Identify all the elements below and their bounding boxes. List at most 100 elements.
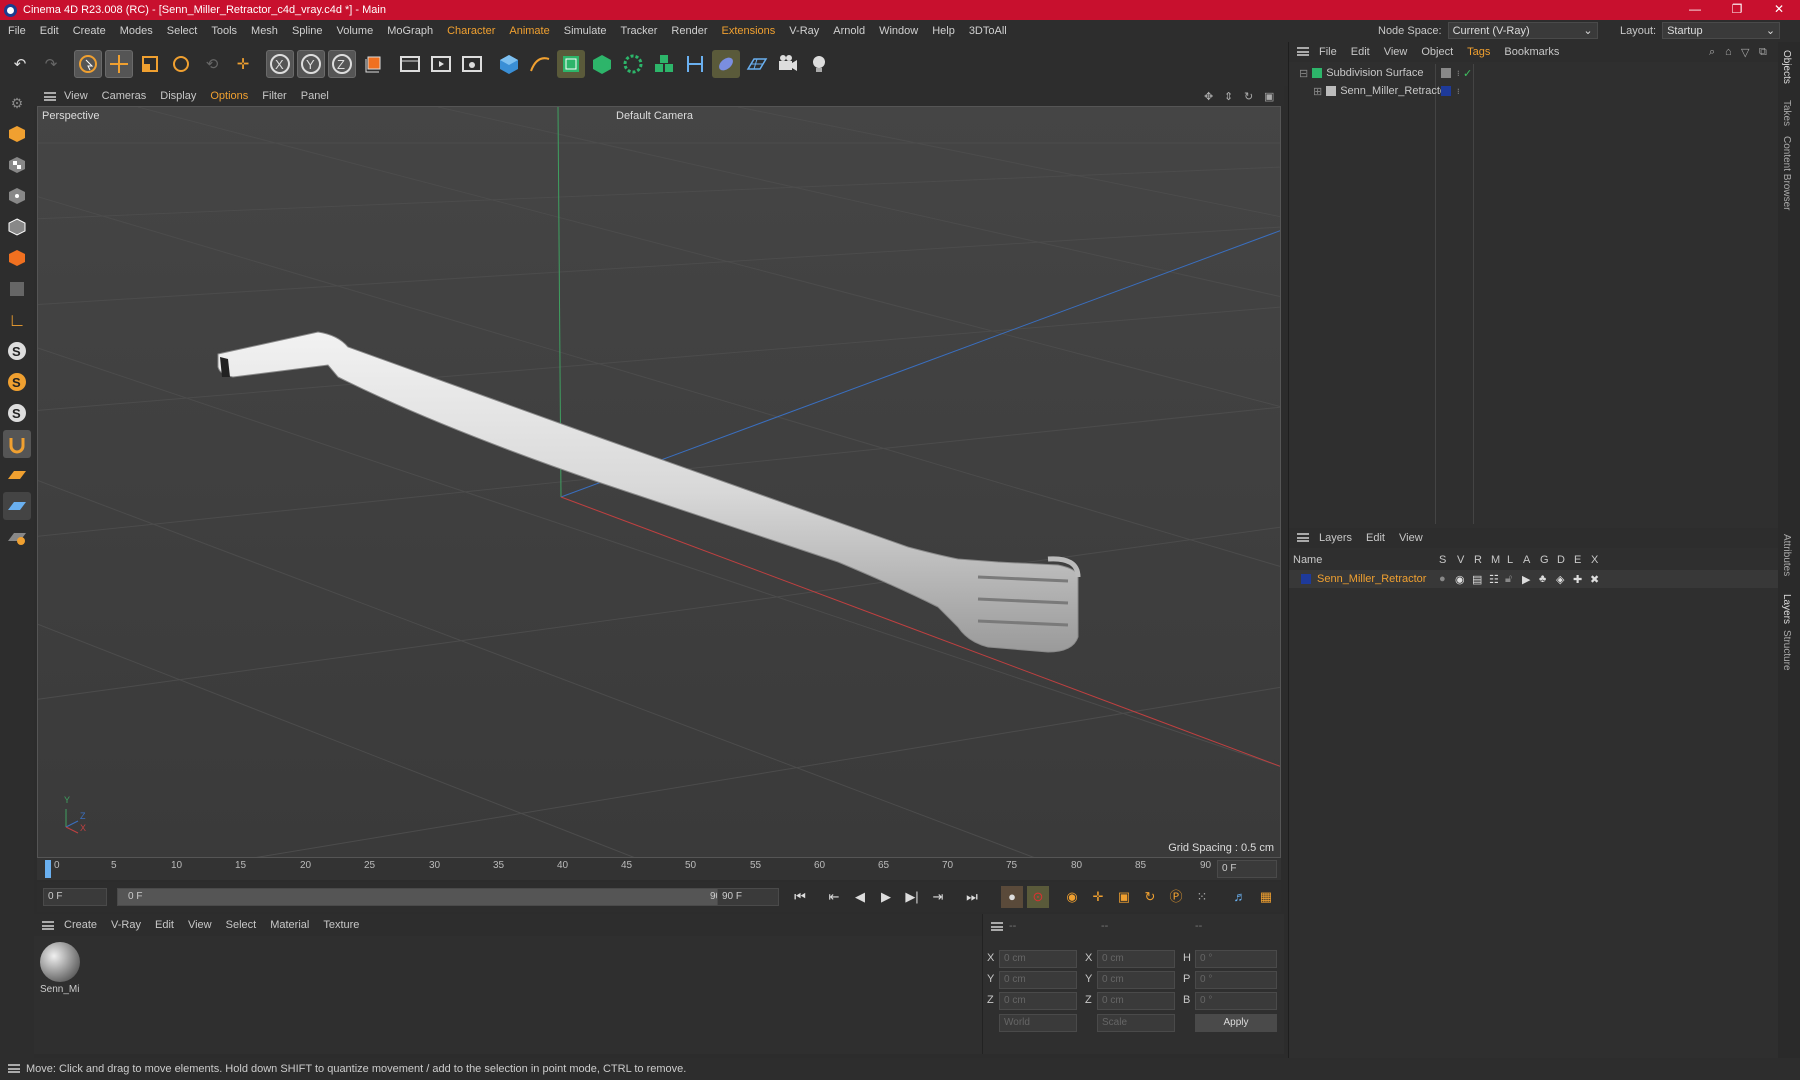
snap-icon[interactable]: S <box>3 337 31 365</box>
hamburger-icon[interactable] <box>1297 47 1309 56</box>
keyframe-selection-icon[interactable]: ◉ <box>1061 886 1083 908</box>
workplane-snap-icon[interactable]: S <box>3 399 31 427</box>
x-axis-lock-icon[interactable]: X <box>266 50 294 78</box>
render-picture-viewer-icon[interactable] <box>427 50 455 78</box>
material-menu-texture[interactable]: Texture <box>323 919 359 931</box>
points-mode-icon[interactable] <box>3 182 31 210</box>
layers-col-d[interactable]: D <box>1557 554 1565 566</box>
coord-rot-p-input[interactable]: 0 ° <box>1195 971 1277 989</box>
layers-col-s[interactable]: S <box>1439 554 1446 566</box>
hamburger-icon[interactable] <box>44 92 56 101</box>
start-frame-field[interactable]: 0 F <box>43 888 107 906</box>
layers-col-l[interactable]: L <box>1507 554 1513 566</box>
menu-mograph[interactable]: MoGraph <box>387 25 433 37</box>
layer-color-swatch[interactable] <box>1441 86 1451 96</box>
coord-size-mode-dropdown[interactable]: Scale <box>1097 1014 1175 1032</box>
coordinate-system-icon[interactable] <box>359 50 387 78</box>
layer-visible-icon[interactable]: ◉ <box>1455 573 1465 586</box>
timeline-window-icon[interactable]: ▦ <box>1255 886 1277 908</box>
viewport-menu-view[interactable]: View <box>64 90 88 102</box>
material-thumbnail[interactable] <box>40 942 80 982</box>
frame-range-slider[interactable]: 0 F 90 F <box>117 888 737 906</box>
menu-tracker[interactable]: Tracker <box>621 25 658 37</box>
layers-menu-edit[interactable]: Edit <box>1366 532 1385 544</box>
autokey-icon[interactable]: ⊙ <box>1027 886 1049 908</box>
layers-menu-layers[interactable]: Layers <box>1319 532 1352 544</box>
material-menu-edit[interactable]: Edit <box>155 919 174 931</box>
playhead-marker[interactable] <box>45 860 51 878</box>
cube-primitive-icon[interactable] <box>495 50 523 78</box>
go-to-end-icon[interactable]: ⏭ <box>961 886 983 908</box>
layer-xrefs-icon[interactable]: ✖ <box>1590 573 1599 586</box>
menu-arnold[interactable]: Arnold <box>833 25 865 37</box>
visibility-dots-icon[interactable]: ⁝ <box>1457 87 1460 96</box>
coord-rot-b-input[interactable]: 0 ° <box>1195 992 1277 1010</box>
menu-edit[interactable]: Edit <box>40 25 59 37</box>
snap-settings-icon[interactable]: S <box>3 368 31 396</box>
record-keys-icon[interactable]: ● <box>1001 886 1023 908</box>
viewport-nav-rotate-icon[interactable]: ↻ <box>1244 90 1253 103</box>
rotation-key-icon[interactable]: ↻ <box>1139 886 1161 908</box>
menu-file[interactable]: File <box>8 25 26 37</box>
layers-col-x[interactable]: X <box>1591 554 1598 566</box>
magnet-icon[interactable] <box>3 430 31 458</box>
layers-col-a[interactable]: A <box>1523 554 1530 566</box>
play-icon[interactable]: ▶ <box>875 886 897 908</box>
redo-icon[interactable]: ↷ <box>37 50 65 78</box>
layer-deformers-icon[interactable]: ◈ <box>1556 573 1564 586</box>
menu-extensions[interactable]: Extensions <box>721 25 775 37</box>
viewport-menu-filter[interactable]: Filter <box>262 90 286 102</box>
hamburger-icon[interactable] <box>8 1064 20 1073</box>
layer-name[interactable]: Senn_Miller_Retractor <box>1317 573 1426 585</box>
layers-col-g[interactable]: G <box>1540 554 1549 566</box>
viewport-menu-panel[interactable]: Panel <box>301 90 329 102</box>
subdivision-surface-icon[interactable] <box>557 50 585 78</box>
floor-icon[interactable] <box>743 50 771 78</box>
next-key-icon[interactable]: ⇥ <box>927 886 949 908</box>
hamburger-icon[interactable] <box>1297 533 1309 542</box>
uv-mode-icon[interactable] <box>3 275 31 303</box>
hamburger-icon[interactable] <box>42 921 54 930</box>
grid-workplane-icon[interactable] <box>3 492 31 520</box>
menu-spline[interactable]: Spline <box>292 25 323 37</box>
texture-mode-icon[interactable] <box>3 151 31 179</box>
object-name[interactable]: Senn_Miller_Retractor <box>1340 85 1449 97</box>
menu-volume[interactable]: Volume <box>337 25 374 37</box>
menu-3dtoall[interactable]: 3DToAll <box>969 25 1007 37</box>
layer-render-icon[interactable]: ▤ <box>1472 573 1482 586</box>
layers-col-m[interactable]: M <box>1491 554 1500 566</box>
end-frame-field[interactable]: 90 F <box>717 888 779 906</box>
layout-dropdown[interactable]: Startup ⌄ <box>1662 22 1781 39</box>
layer-expressions-icon[interactable]: ✚ <box>1573 573 1582 586</box>
search-icon[interactable]: ⌕ <box>1709 46 1715 59</box>
tab-attributes[interactable]: Attributes <box>1781 534 1792 576</box>
layer-manager-icon[interactable]: ☷ <box>1489 573 1499 586</box>
material-menu-material[interactable]: Material <box>270 919 309 931</box>
object-row-subdivision-surface[interactable]: ⊟ Subdivision Surface ⁝ ✓ <box>1289 64 1779 82</box>
tab-objects[interactable]: Objects <box>1781 50 1792 84</box>
scale-key-icon[interactable]: ▣ <box>1113 886 1135 908</box>
enabled-check-icon[interactable]: ✓ <box>1463 67 1472 80</box>
layers-col-v[interactable]: V <box>1457 554 1464 566</box>
go-to-start-icon[interactable]: ⏮ <box>789 886 811 908</box>
deformer-icon[interactable] <box>681 50 709 78</box>
close-button[interactable]: ✕ <box>1758 0 1800 20</box>
object-name[interactable]: Subdivision Surface <box>1326 67 1423 79</box>
move-tool-icon[interactable] <box>105 50 133 78</box>
locked-workplane-icon[interactable] <box>3 523 31 551</box>
model-mode-icon[interactable] <box>3 120 31 148</box>
hamburger-icon[interactable] <box>991 922 1003 931</box>
menu-select[interactable]: Select <box>167 25 198 37</box>
tab-structure[interactable]: Structure <box>1781 630 1792 671</box>
layer-generators-icon[interactable]: ♣ <box>1539 573 1546 585</box>
light-icon[interactable] <box>805 50 833 78</box>
previous-key-icon[interactable]: ⇤ <box>823 886 845 908</box>
viewport-camera-label[interactable]: Default Camera <box>616 110 693 122</box>
layers-col-r[interactable]: R <box>1474 554 1482 566</box>
tree-expand-icon[interactable]: ⊟ <box>1299 67 1308 80</box>
objects-menu-file[interactable]: File <box>1319 46 1337 58</box>
interpolation-icon[interactable]: ♬ <box>1229 886 1251 908</box>
position-key-icon[interactable]: ✛ <box>1087 886 1109 908</box>
axis-mode-icon[interactable]: ∟ <box>3 306 31 334</box>
menu-tools[interactable]: Tools <box>211 25 237 37</box>
